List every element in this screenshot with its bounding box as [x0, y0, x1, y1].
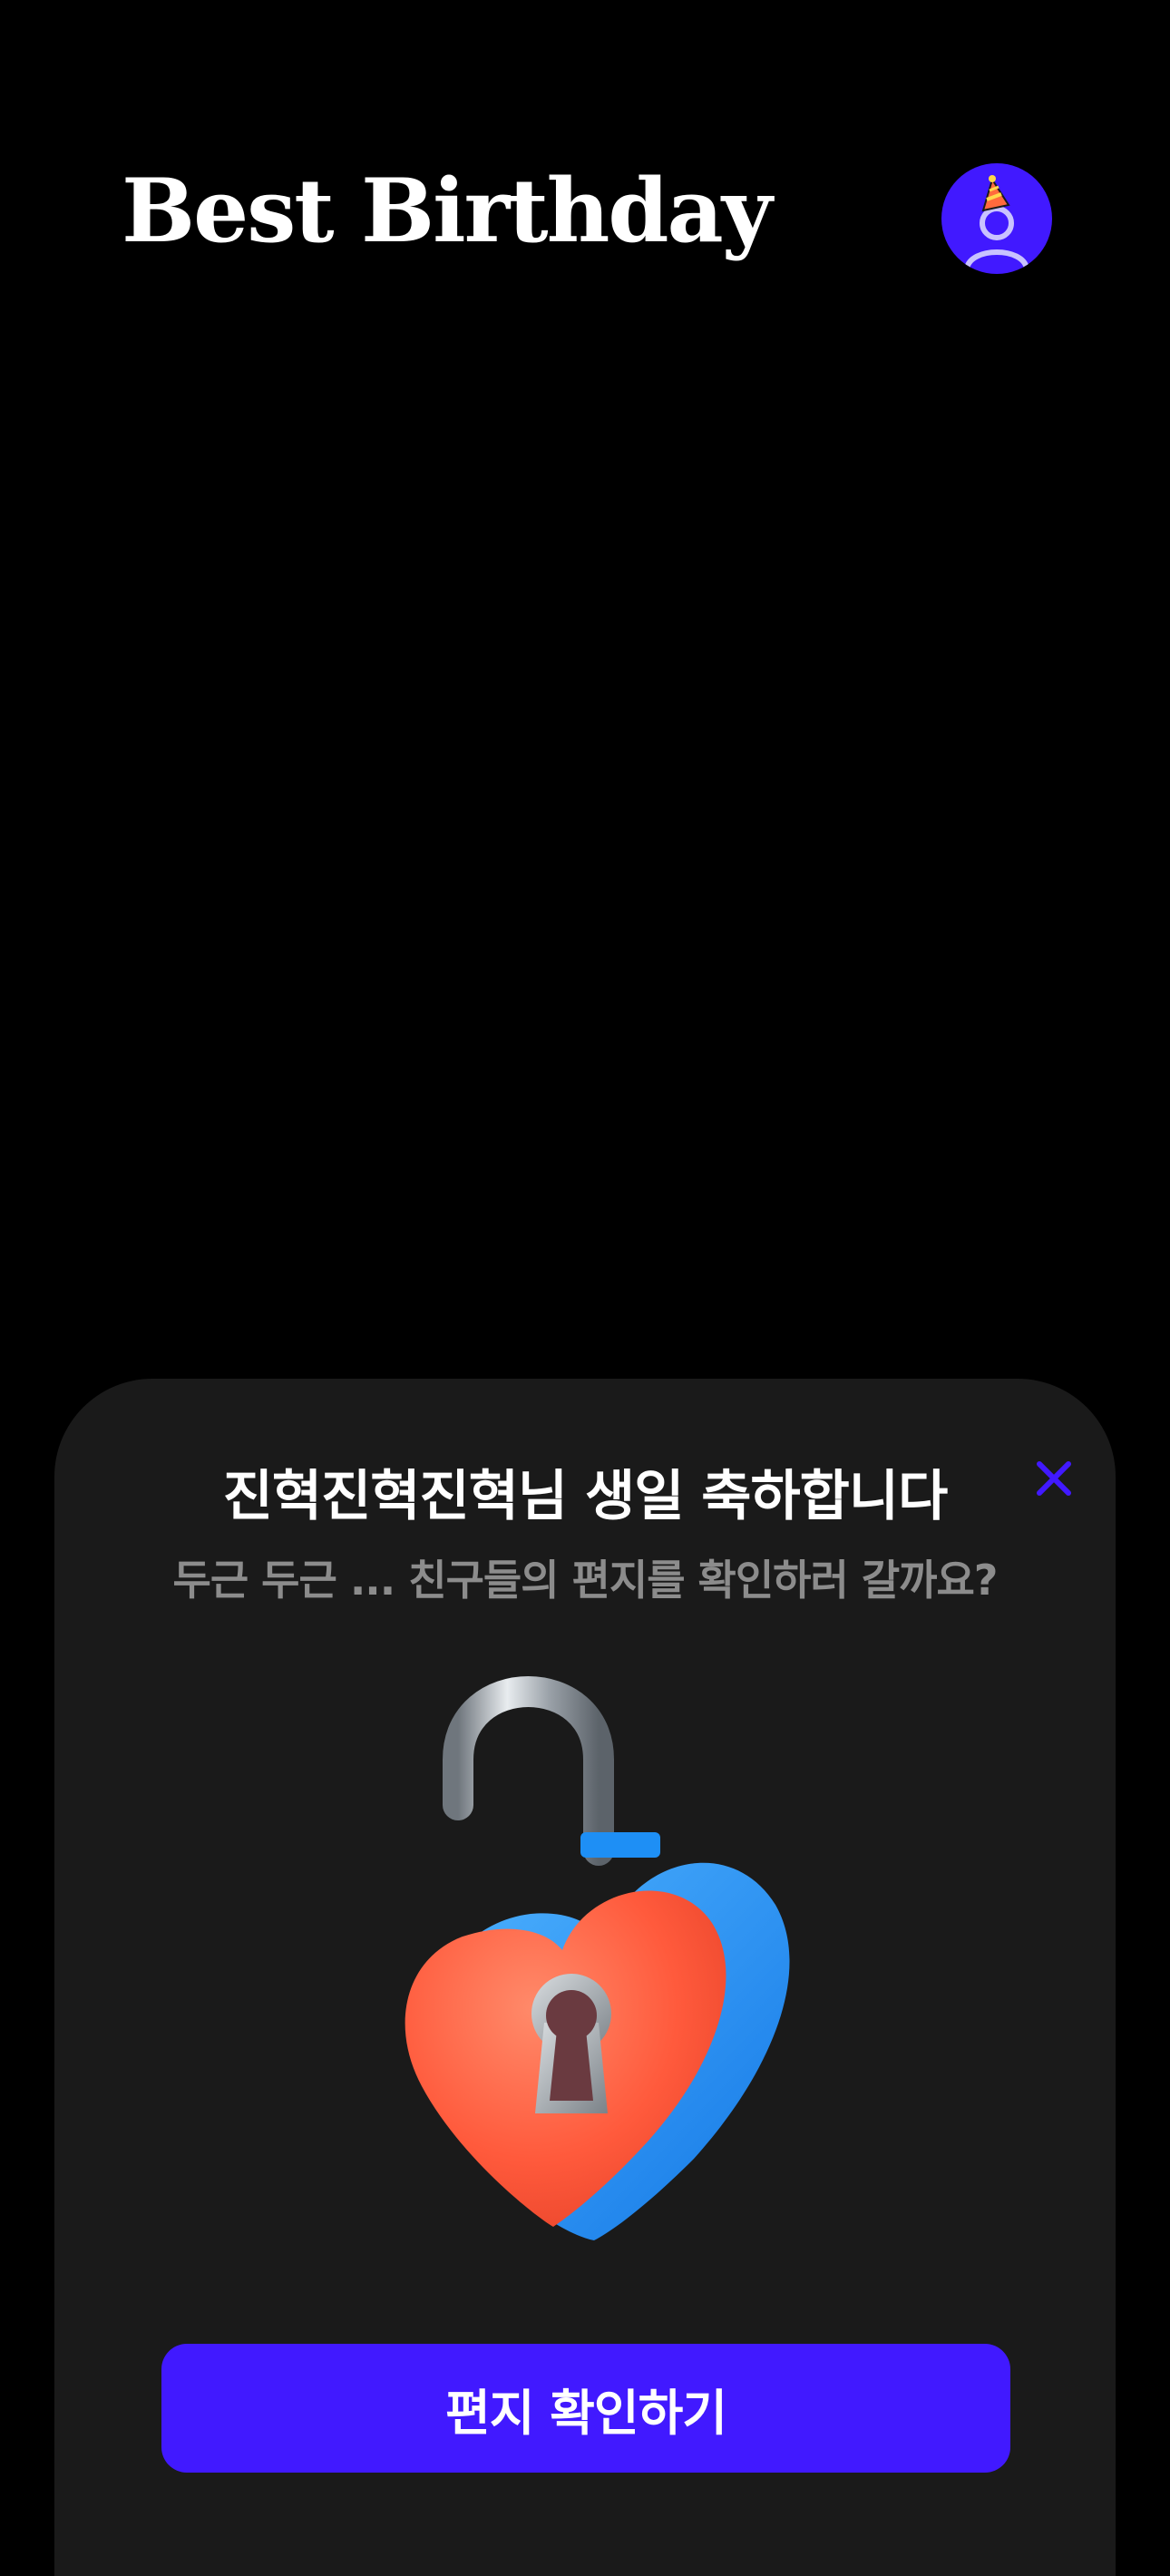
check-letters-button[interactable]: 편지 확인하기 — [161, 2344, 1010, 2473]
letter-prompt-subtitle: 두근 두근 ... 친구들의 편지를 확인하러 갈까요? — [172, 1556, 999, 1605]
profile-avatar-button[interactable] — [941, 163, 1052, 274]
birthday-letter-sheet: 진혁진혁진혁님 생일 축하합니다 두근 두근 ... 친구들의 편지를 확인하러… — [54, 1379, 1116, 2576]
party-hat-user-icon — [964, 175, 1029, 271]
birthday-greeting-title: 진혁진혁진혁님 생일 축하합니다 — [222, 1465, 949, 1528]
app-title: Best Birthday — [122, 160, 772, 262]
heart-padlock-illustration — [349, 1651, 875, 2304]
